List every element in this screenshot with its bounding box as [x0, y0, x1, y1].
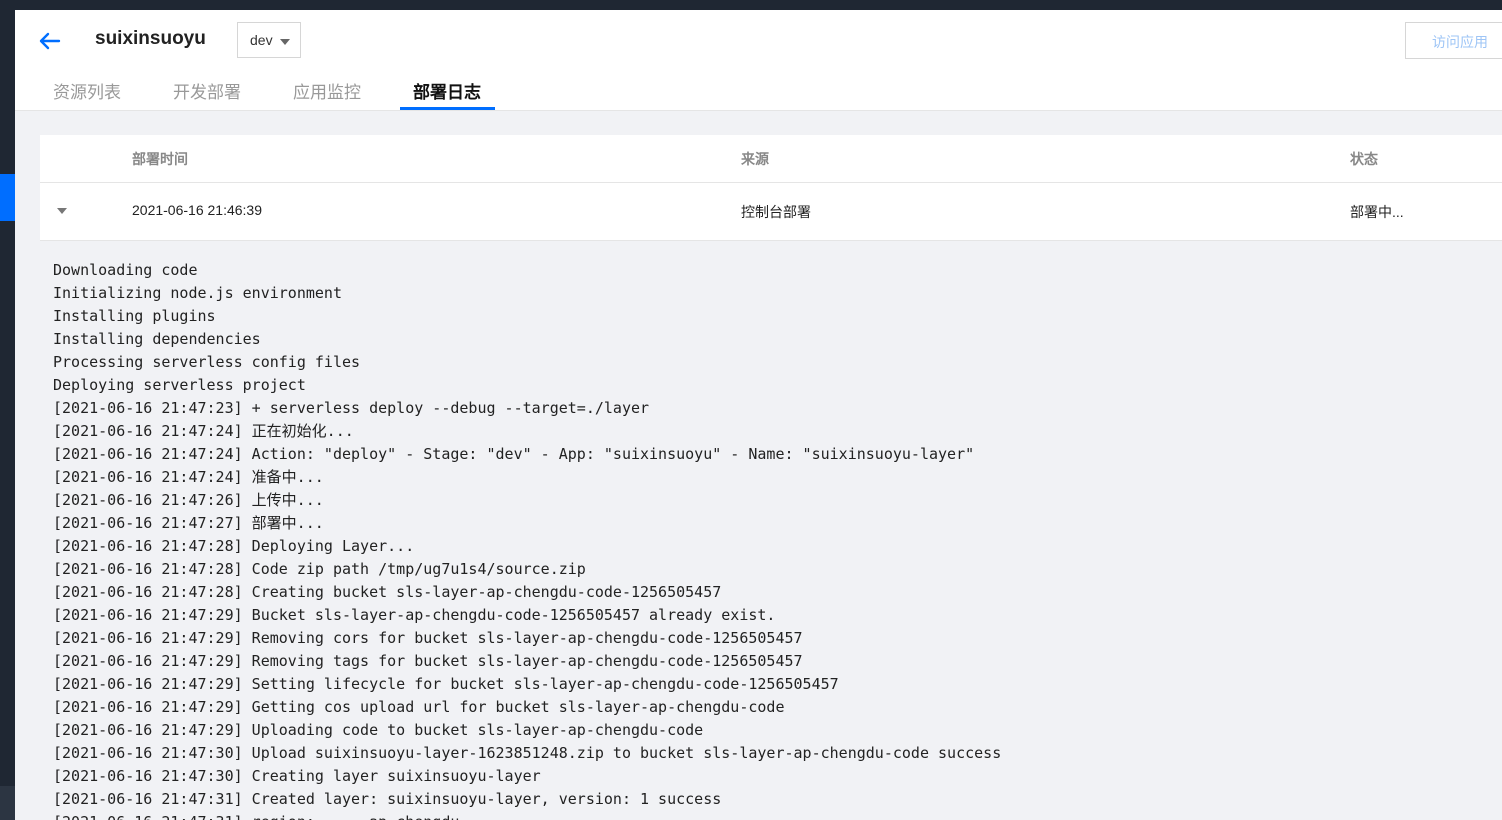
deploy-log-table: 部署时间 来源 状态 2021-06-16 21:46:39 控制台部署 部署中…: [40, 135, 1502, 820]
column-header-status: 状态: [1350, 151, 1378, 167]
log-line: Installing dependencies: [53, 330, 261, 348]
log-line: [2021-06-16 21:47:24] 准备中...: [53, 468, 324, 486]
column-header-source: 来源: [741, 151, 769, 167]
log-line: Deploying serverless project: [53, 376, 306, 394]
app-header: suixinsuoyu dev 访问应用 资源列表 开发部署 应用监控 部署日志: [15, 10, 1502, 111]
deploy-source: 控制台部署: [741, 204, 811, 220]
top-strip: [0, 0, 1502, 10]
tab-app-monitor[interactable]: 应用监控: [293, 78, 361, 103]
log-line: [2021-06-16 21:47:29] Setting lifecycle …: [53, 675, 839, 693]
left-sidebar-rail: [0, 0, 15, 820]
log-line: [2021-06-16 21:47:31] region: ap-chengdu: [53, 811, 1001, 820]
log-line: Initializing node.js environment: [53, 284, 342, 302]
deploy-status: 部署中...: [1350, 204, 1404, 220]
log-line: [2021-06-16 21:47:30] Creating layer sui…: [53, 767, 541, 785]
log-line: [2021-06-16 21:47:29] Removing cors for …: [53, 629, 803, 647]
log-line: [2021-06-16 21:47:29] Uploading code to …: [53, 721, 704, 739]
log-line: [2021-06-16 21:47:28] Code zip path /tmp…: [53, 560, 586, 578]
tab-dev-deploy[interactable]: 开发部署: [173, 78, 241, 103]
deploy-time: 2021-06-16 21:46:39: [132, 202, 262, 218]
log-output-panel: Downloading code Initializing node.js en…: [40, 241, 1502, 820]
log-line: Downloading code: [53, 261, 198, 279]
tab-resource-list[interactable]: 资源列表: [53, 78, 121, 103]
log-line: [2021-06-16 21:47:27] 部署中...: [53, 514, 324, 532]
table-header: 部署时间 来源 状态: [40, 135, 1502, 183]
active-tab-underline: [400, 107, 495, 110]
app-title: suixinsuoyu: [95, 28, 206, 49]
log-line: Installing plugins: [53, 307, 216, 325]
visit-app-button[interactable]: 访问应用: [1405, 22, 1502, 59]
log-line: [2021-06-16 21:47:28] Deploying Layer...: [53, 537, 415, 555]
env-select-value: dev: [250, 32, 273, 48]
main-panel: suixinsuoyu dev 访问应用 资源列表 开发部署 应用监控 部署日志…: [15, 10, 1502, 820]
log-lines: Downloading code Initializing node.js en…: [53, 259, 1001, 820]
log-line: [2021-06-16 21:47:23] + serverless deplo…: [53, 399, 650, 417]
log-line: [2021-06-16 21:47:31] Created layer: sui…: [53, 790, 722, 808]
expand-caret-icon[interactable]: [57, 208, 67, 214]
log-line: Processing serverless config files: [53, 353, 361, 371]
log-line: [2021-06-16 21:47:29] Getting cos upload…: [53, 698, 785, 716]
chevron-down-icon: [280, 39, 290, 45]
tab-deploy-log[interactable]: 部署日志: [413, 78, 481, 103]
log-line: [2021-06-16 21:47:29] Bucket sls-layer-a…: [53, 606, 776, 624]
env-select[interactable]: dev: [237, 22, 301, 58]
log-line: [2021-06-16 21:47:26] 上传中...: [53, 491, 324, 509]
back-arrow-icon[interactable]: [37, 31, 61, 51]
column-header-time: 部署时间: [132, 151, 188, 167]
sidebar-bottom-strip: [0, 786, 15, 820]
log-line: [2021-06-16 21:47:28] Creating bucket sl…: [53, 583, 722, 601]
log-line: [2021-06-16 21:47:30] Upload suixinsuoyu…: [53, 744, 1002, 762]
log-line: [2021-06-16 21:47:24] 正在初始化...: [53, 422, 354, 440]
log-line: [2021-06-16 21:47:24] Action: "deploy" -…: [53, 445, 975, 463]
table-row[interactable]: 2021-06-16 21:46:39 控制台部署 部署中...: [40, 183, 1502, 241]
log-line: [2021-06-16 21:47:29] Removing tags for …: [53, 652, 803, 670]
sidebar-active-marker[interactable]: [0, 174, 15, 221]
